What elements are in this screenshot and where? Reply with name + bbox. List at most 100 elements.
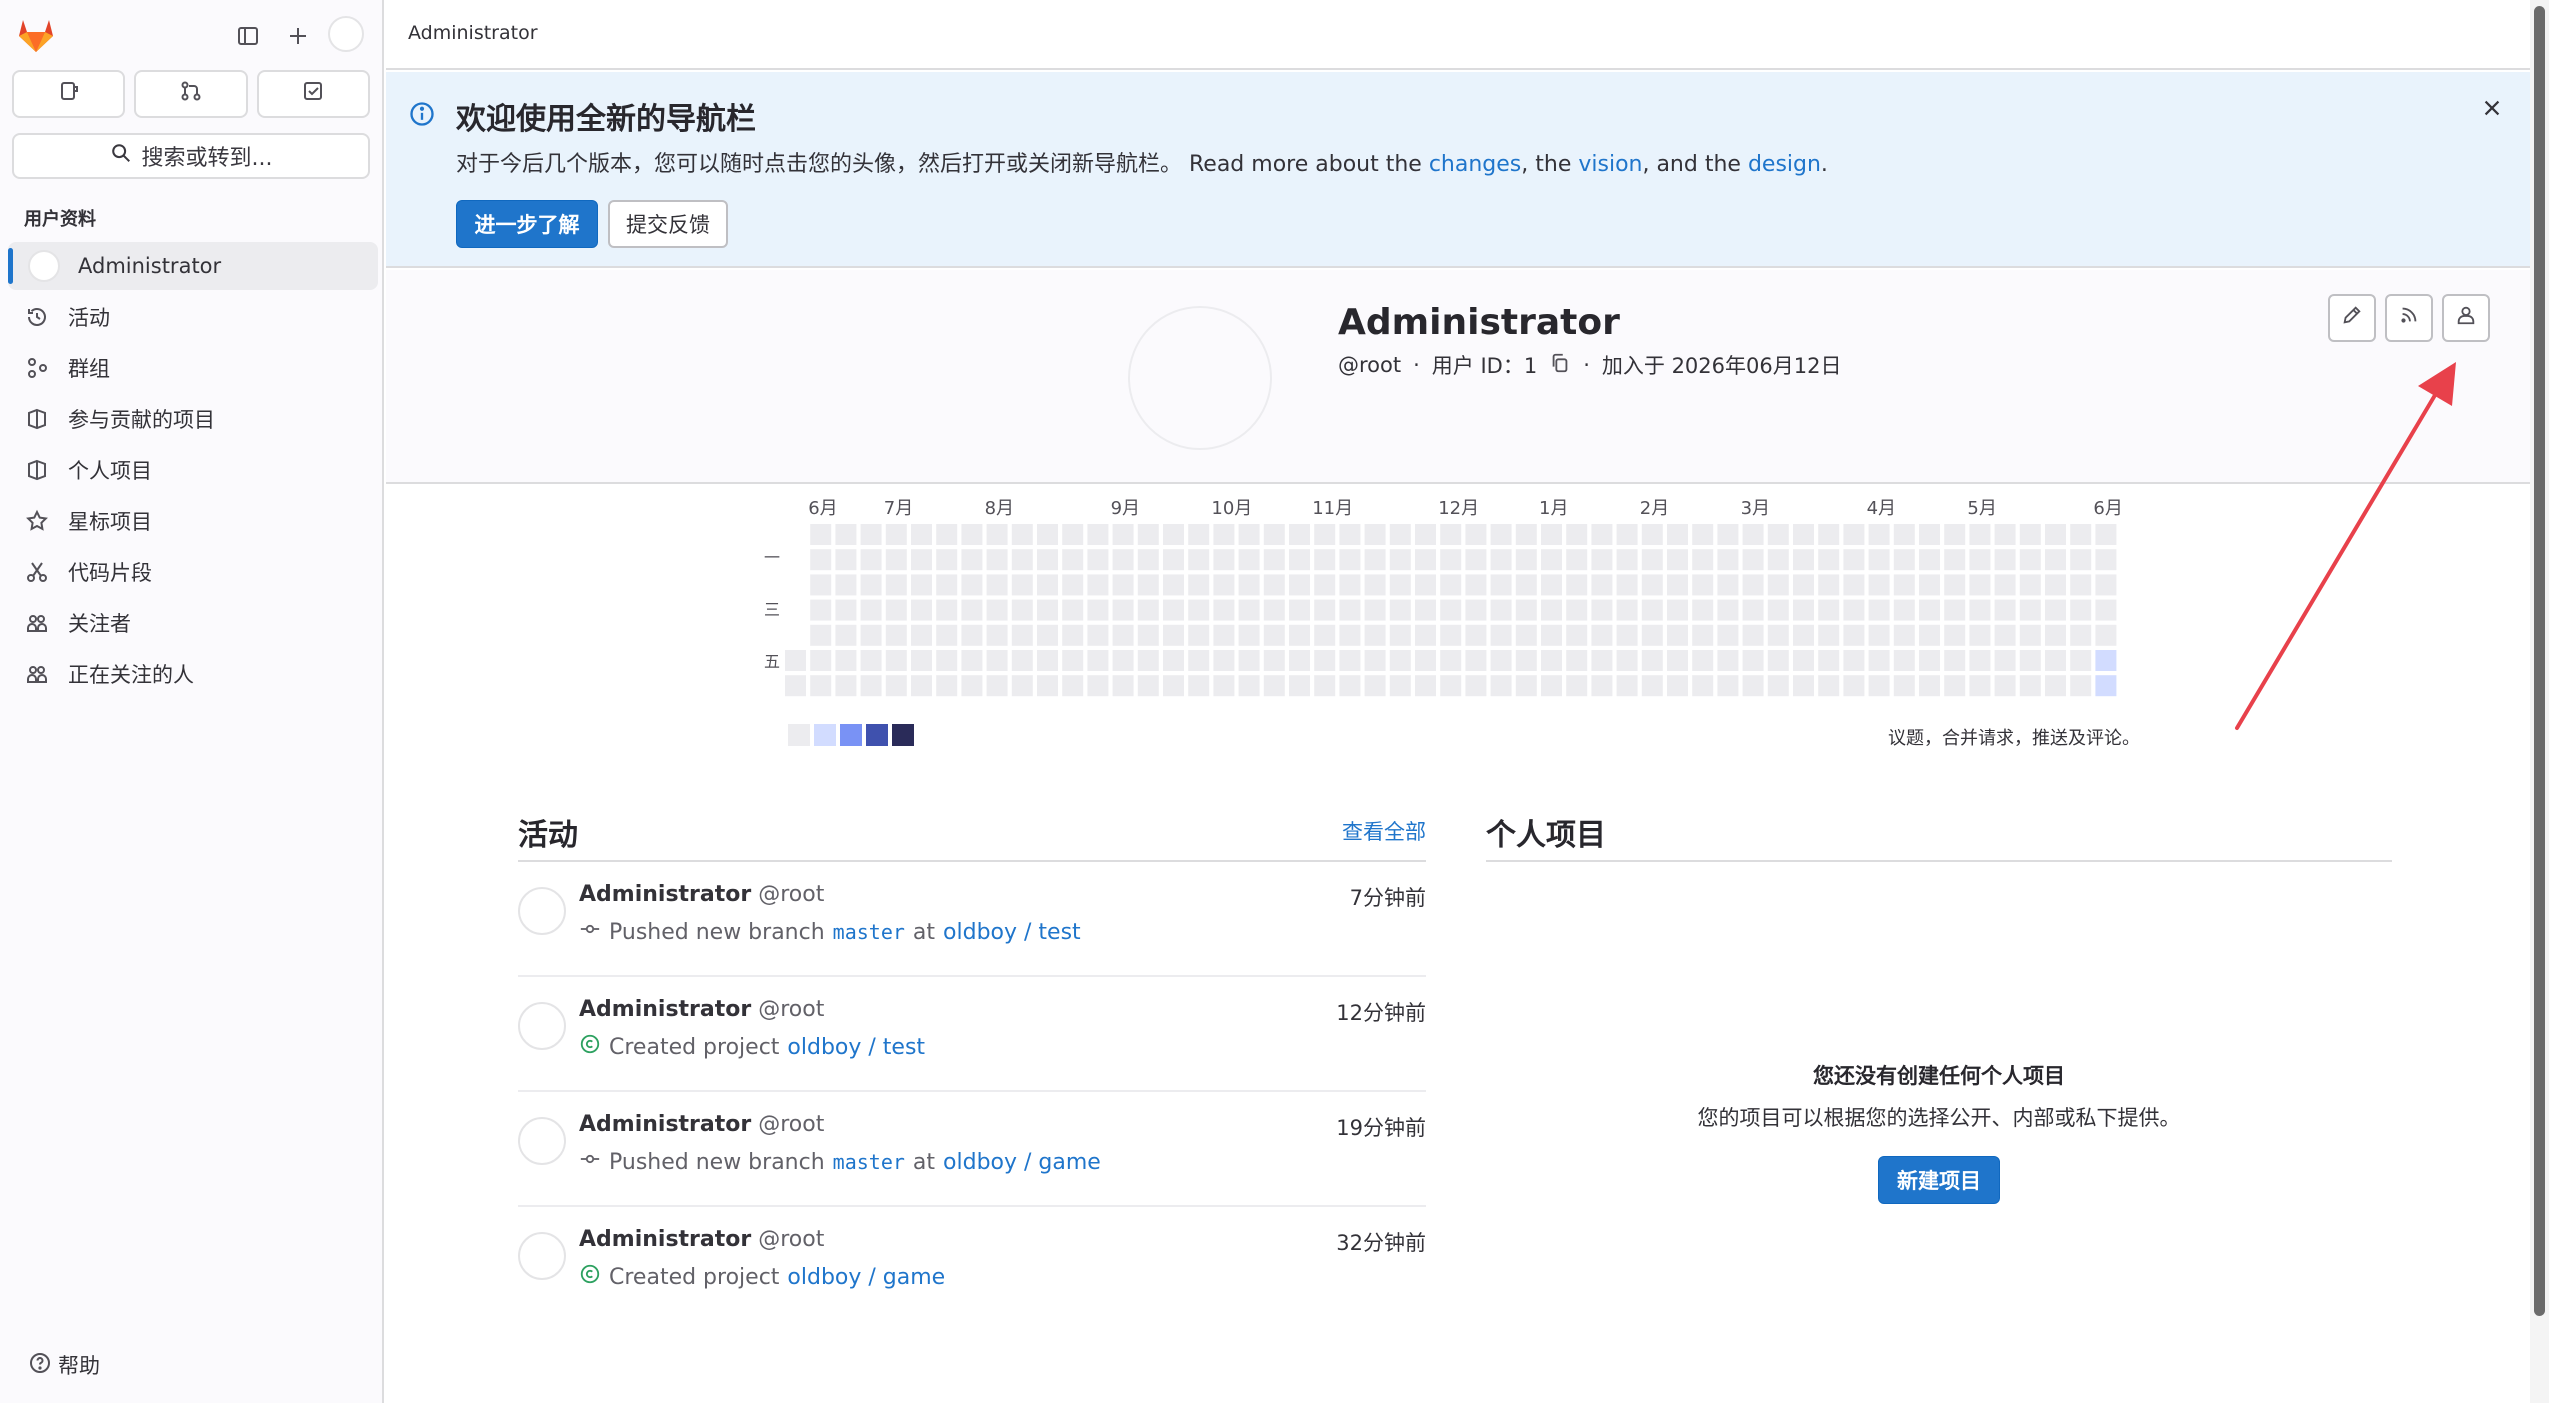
calendar-day-cell[interactable] bbox=[2045, 650, 2066, 671]
event-branch[interactable]: master bbox=[833, 920, 905, 944]
calendar-day-cell[interactable] bbox=[1339, 574, 1361, 596]
calendar-day-cell[interactable] bbox=[1591, 524, 1613, 545]
calendar-day-cell[interactable] bbox=[785, 650, 806, 671]
calendar-day-cell[interactable] bbox=[1843, 624, 1865, 646]
close-icon[interactable] bbox=[2478, 94, 2506, 122]
calendar-day-cell[interactable] bbox=[1994, 650, 2016, 671]
calendar-day-cell[interactable] bbox=[1087, 675, 1109, 697]
calendar-day-cell[interactable] bbox=[1465, 599, 1487, 621]
calendar-day-cell[interactable] bbox=[911, 650, 932, 671]
calendar-day-cell[interactable] bbox=[1389, 549, 1411, 571]
calendar-day-cell[interactable] bbox=[1440, 675, 1462, 697]
calendar-day-cell[interactable] bbox=[1616, 599, 1638, 621]
vision-link[interactable]: vision bbox=[1578, 152, 1642, 177]
calendar-day-cell[interactable] bbox=[810, 524, 832, 545]
calendar-day-cell[interactable] bbox=[1969, 675, 1991, 697]
calendar-day-cell[interactable] bbox=[860, 675, 882, 697]
calendar-day-cell[interactable] bbox=[986, 524, 1008, 545]
calendar-day-cell[interactable] bbox=[1893, 675, 1915, 697]
calendar-day-cell[interactable] bbox=[1465, 574, 1487, 596]
calendar-day-cell[interactable] bbox=[885, 574, 907, 596]
calendar-day-cell[interactable] bbox=[1440, 599, 1462, 621]
calendar-day-cell[interactable] bbox=[1994, 549, 2016, 571]
calendar-day-cell[interactable] bbox=[2070, 624, 2092, 646]
calendar-day-cell[interactable] bbox=[2070, 650, 2092, 671]
event-author[interactable]: Administrator bbox=[579, 1227, 751, 1252]
calendar-day-cell[interactable] bbox=[1087, 524, 1109, 545]
calendar-day-cell[interactable] bbox=[1969, 574, 1991, 596]
calendar-day-cell[interactable] bbox=[1011, 624, 1033, 646]
event-author[interactable]: Administrator bbox=[579, 1112, 751, 1137]
event-author[interactable]: Administrator bbox=[579, 882, 751, 907]
calendar-day-cell[interactable] bbox=[835, 675, 857, 697]
calendar-day-cell[interactable] bbox=[885, 549, 907, 571]
calendar-day-cell[interactable] bbox=[1541, 599, 1562, 621]
calendar-day-cell[interactable] bbox=[1692, 650, 1714, 671]
sidebar-item-activity[interactable]: 活动 bbox=[8, 293, 378, 341]
calendar-day-cell[interactable] bbox=[2095, 524, 2117, 545]
page-scrollbar[interactable] bbox=[2530, 0, 2549, 1403]
calendar-day-cell[interactable] bbox=[1314, 650, 1336, 671]
calendar-day-cell[interactable] bbox=[1112, 650, 1134, 671]
calendar-day-cell[interactable] bbox=[1944, 549, 1966, 571]
sidebar-item-personal-projects[interactable]: 个人项目 bbox=[8, 446, 378, 494]
calendar-day-cell[interactable] bbox=[1641, 524, 1663, 545]
calendar-day-cell[interactable] bbox=[1415, 574, 1436, 596]
calendar-day-cell[interactable] bbox=[1389, 599, 1411, 621]
calendar-day-cell[interactable] bbox=[2070, 574, 2092, 596]
calendar-day-cell[interactable] bbox=[1969, 549, 1991, 571]
calendar-day-cell[interactable] bbox=[2045, 599, 2066, 621]
calendar-day-cell[interactable] bbox=[860, 549, 882, 571]
calendar-day-cell[interactable] bbox=[1893, 599, 1915, 621]
calendar-day-cell[interactable] bbox=[1314, 549, 1336, 571]
calendar-day-cell[interactable] bbox=[2095, 675, 2117, 697]
calendar-day-cell[interactable] bbox=[1793, 624, 1814, 646]
calendar-day-cell[interactable] bbox=[1137, 574, 1159, 596]
calendar-day-cell[interactable] bbox=[1793, 574, 1814, 596]
calendar-day-cell[interactable] bbox=[1742, 624, 1764, 646]
calendar-day-cell[interactable] bbox=[885, 599, 907, 621]
calendar-day-cell[interactable] bbox=[1465, 675, 1487, 697]
calendar-day-cell[interactable] bbox=[1541, 675, 1562, 697]
calendar-day-cell[interactable] bbox=[986, 675, 1008, 697]
calendar-day-cell[interactable] bbox=[2045, 549, 2066, 571]
calendar-day-cell[interactable] bbox=[885, 524, 907, 545]
calendar-day-cell[interactable] bbox=[1163, 524, 1184, 545]
calendar-day-cell[interactable] bbox=[1112, 675, 1134, 697]
calendar-day-cell[interactable] bbox=[810, 624, 832, 646]
calendar-day-cell[interactable] bbox=[1868, 624, 1890, 646]
rss-feed-button[interactable] bbox=[2385, 294, 2433, 342]
calendar-day-cell[interactable] bbox=[1944, 624, 1966, 646]
calendar-day-cell[interactable] bbox=[885, 624, 907, 646]
feedback-button[interactable]: 提交反馈 bbox=[608, 200, 728, 248]
calendar-day-cell[interactable] bbox=[1289, 574, 1310, 596]
calendar-day-cell[interactable] bbox=[1667, 650, 1688, 671]
calendar-day-cell[interactable] bbox=[1566, 549, 1588, 571]
calendar-day-cell[interactable] bbox=[1919, 549, 1940, 571]
calendar-day-cell[interactable] bbox=[936, 675, 958, 697]
calendar-day-cell[interactable] bbox=[1969, 599, 1991, 621]
merge-requests-tab[interactable] bbox=[134, 70, 248, 118]
calendar-day-cell[interactable] bbox=[1238, 624, 1260, 646]
calendar-day-cell[interactable] bbox=[1692, 599, 1714, 621]
calendar-day-cell[interactable] bbox=[1289, 599, 1310, 621]
view-all-link[interactable]: 查看全部 bbox=[1342, 816, 1426, 846]
calendar-day-cell[interactable] bbox=[1994, 675, 2016, 697]
calendar-day-cell[interactable] bbox=[2019, 524, 2041, 545]
calendar-day-cell[interactable] bbox=[1893, 650, 1915, 671]
calendar-day-cell[interactable] bbox=[961, 650, 983, 671]
calendar-day-cell[interactable] bbox=[936, 524, 958, 545]
learn-more-button[interactable]: 进一步了解 bbox=[456, 200, 598, 248]
calendar-day-cell[interactable] bbox=[1944, 675, 1966, 697]
calendar-day-cell[interactable] bbox=[1868, 650, 1890, 671]
calendar-day-cell[interactable] bbox=[1616, 650, 1638, 671]
calendar-day-cell[interactable] bbox=[1314, 624, 1336, 646]
calendar-day-cell[interactable] bbox=[1213, 599, 1235, 621]
issues-tab[interactable] bbox=[12, 70, 126, 118]
calendar-day-cell[interactable] bbox=[810, 574, 832, 596]
calendar-day-cell[interactable] bbox=[1667, 675, 1688, 697]
calendar-day-cell[interactable] bbox=[1062, 650, 1084, 671]
calendar-day-cell[interactable] bbox=[1238, 549, 1260, 571]
calendar-day-cell[interactable] bbox=[1944, 524, 1966, 545]
calendar-day-cell[interactable] bbox=[1364, 549, 1386, 571]
